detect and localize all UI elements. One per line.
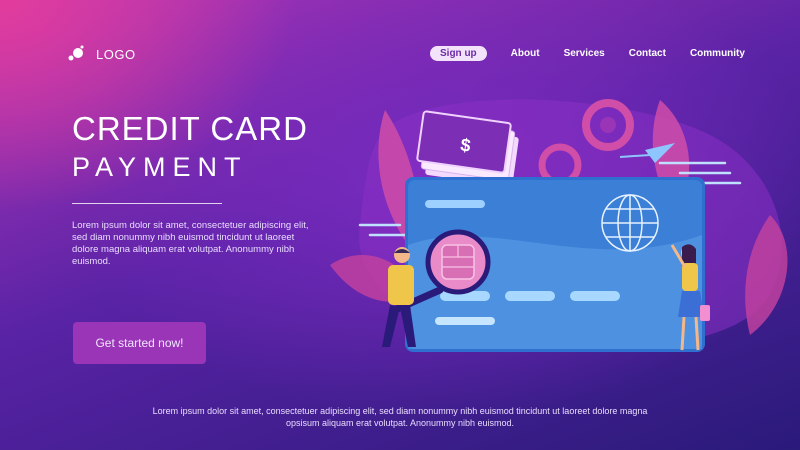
nav-services[interactable]: Services [564, 48, 605, 59]
signup-button[interactable]: Sign up [430, 46, 487, 61]
nav-about[interactable]: About [511, 48, 540, 59]
banknote-icon: $ [416, 110, 519, 187]
logo[interactable]: LOGO [66, 44, 136, 64]
bubbles-logo-icon [66, 44, 88, 64]
top-nav: Sign up About Services Contact Community [430, 46, 769, 61]
hero-subtitle: PAYMENT [72, 152, 248, 182]
hero-title: CREDIT CARD [72, 110, 308, 147]
get-started-button[interactable]: Get started now! [73, 322, 206, 364]
title-divider [72, 203, 222, 204]
credit-card-illustration: $ [330, 95, 800, 365]
nav-contact[interactable]: Contact [629, 48, 666, 59]
hero-description: Lorem ipsum dolor sit amet, consectetuer… [72, 220, 309, 267]
nav-community[interactable]: Community [690, 48, 745, 59]
chip-icon [441, 244, 475, 280]
logo-text: LOGO [96, 46, 136, 62]
globe-icon [601, 194, 659, 252]
footer-text: Lorem ipsum dolor sit amet, consectetuer… [152, 406, 648, 428]
